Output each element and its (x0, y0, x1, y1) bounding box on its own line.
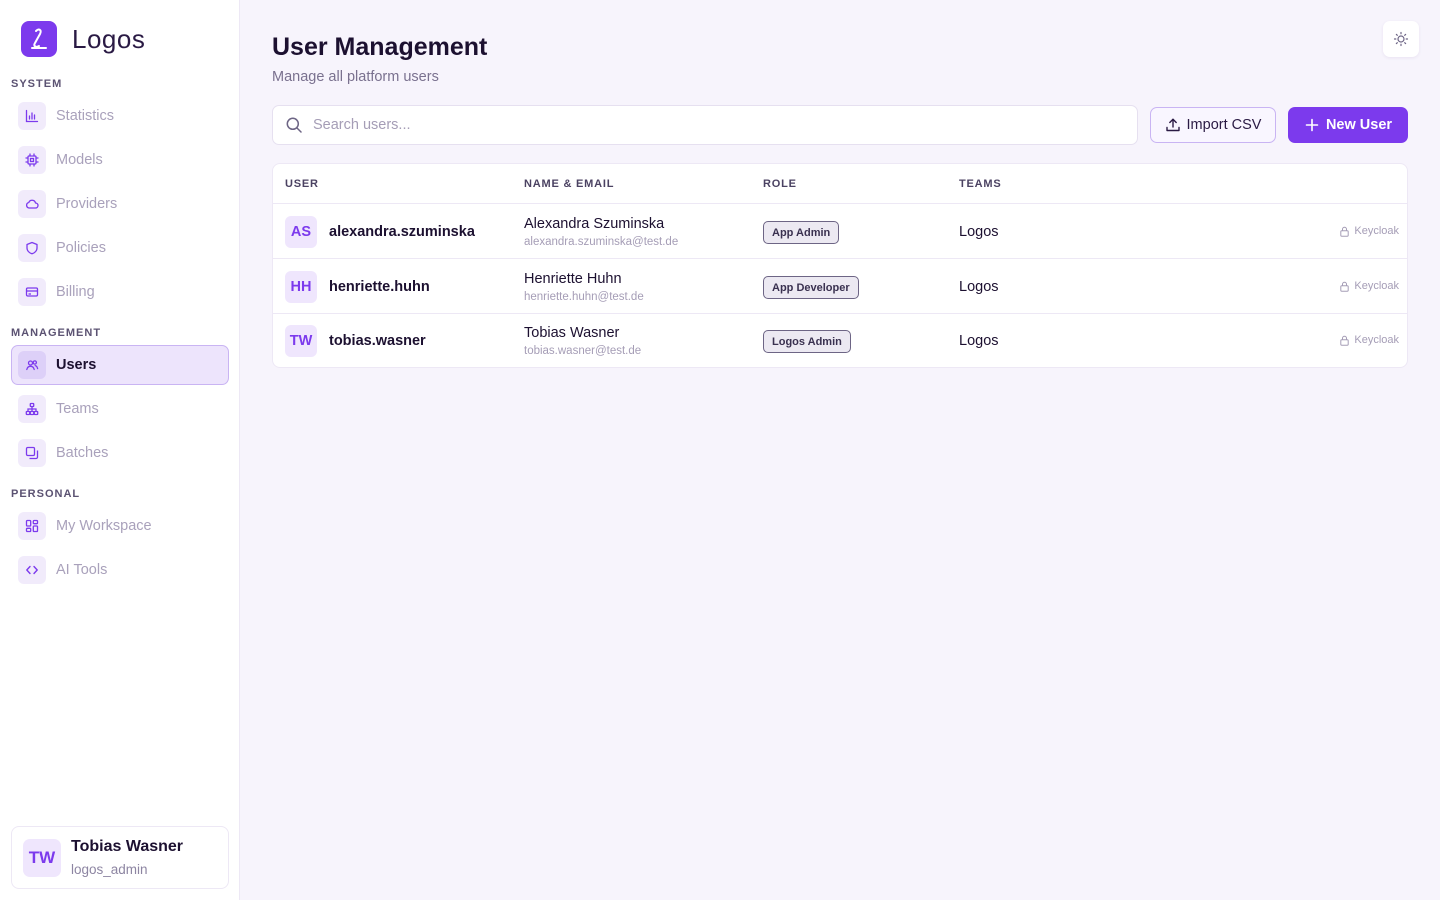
bar-chart-icon (18, 102, 46, 130)
sidebar-item-billing[interactable]: Billing (11, 272, 229, 312)
avatar: TW (23, 838, 61, 877)
sidebar-item-batches[interactable]: Batches (11, 433, 229, 473)
code-icon (18, 556, 46, 584)
table-row[interactable]: HH henriette.huhn Henriette Huhn henriet… (273, 260, 1407, 314)
upload-icon (1165, 117, 1187, 133)
brand-name: Logos (72, 23, 146, 54)
email: tobias.wasner@test.de (524, 345, 642, 357)
sidebar-item-my-workspace[interactable]: My Workspace (11, 506, 229, 546)
auth-source: Keycloak (1339, 280, 1399, 292)
app: Logos SYSTEM Statistics Models Providers (0, 0, 1440, 900)
sidebar-item-statistics[interactable]: Statistics (11, 96, 229, 136)
auth-source-label: Keycloak (1354, 334, 1399, 346)
current-user-role: logos_admin (71, 862, 148, 877)
users-icon (18, 351, 46, 379)
section-label-management: MANAGEMENT (11, 327, 102, 339)
sidebar-item-users[interactable]: Users (11, 345, 229, 385)
sidebar-item-label: Policies (56, 240, 106, 256)
team-name: Logos (959, 224, 999, 240)
auth-source-label: Keycloak (1354, 280, 1399, 292)
new-user-label: New User (1325, 117, 1393, 133)
auth-source-label: Keycloak (1354, 225, 1399, 237)
full-name: Alexandra Szuminska (524, 216, 665, 232)
role-badge: App Developer (763, 276, 859, 299)
import-csv-button[interactable]: Import CSV (1150, 107, 1276, 143)
section-label-personal: PERSONAL (11, 488, 81, 500)
auth-source: Keycloak (1339, 225, 1399, 237)
shield-icon (18, 234, 46, 262)
column-header-role[interactable]: ROLE (763, 178, 797, 190)
avatar: TW (285, 325, 317, 357)
table-row[interactable]: AS alexandra.szuminska Alexandra Szumins… (273, 205, 1407, 259)
sidebar-item-label: Batches (56, 445, 109, 461)
layers-icon (18, 439, 46, 467)
team-name: Logos (959, 279, 999, 295)
sidebar-item-label: AI Tools (56, 562, 108, 578)
role-badge: App Admin (763, 221, 840, 244)
new-user-button[interactable]: New User (1288, 107, 1408, 143)
sidebar-item-label: Users (56, 357, 97, 373)
sidebar-item-label: Billing (56, 284, 95, 300)
grid-icon (18, 512, 46, 540)
theme-toggle-button[interactable] (1383, 21, 1419, 57)
current-user-name: Tobias Wasner (71, 838, 184, 855)
sidebar: Logos SYSTEM Statistics Models Providers (0, 0, 240, 900)
lock-icon (1339, 281, 1354, 292)
email: alexandra.szuminska@test.de (524, 236, 679, 248)
avatar: HH (285, 271, 317, 303)
auth-source: Keycloak (1339, 334, 1399, 346)
search-icon (285, 116, 303, 134)
full-name: Tobias Wasner (524, 325, 620, 341)
full-name: Henriette Huhn (524, 271, 622, 287)
sidebar-item-label: Providers (56, 196, 118, 212)
search-input[interactable] (313, 117, 1093, 133)
import-csv-label: Import CSV (1186, 117, 1262, 133)
lock-icon (1339, 226, 1354, 237)
table-header: USER NAME & EMAIL ROLE TEAMS (273, 164, 1407, 204)
logos-logo-icon (21, 21, 57, 57)
column-header-user[interactable]: USER (285, 178, 319, 190)
sidebar-item-providers[interactable]: Providers (11, 184, 229, 224)
username: henriette.huhn (329, 279, 430, 295)
brand[interactable]: Logos (21, 21, 145, 57)
team-name: Logos (959, 333, 999, 349)
plus-icon (1304, 117, 1326, 133)
page-subtitle: Manage all platform users (272, 69, 439, 85)
users-table: USER NAME & EMAIL ROLE TEAMS AS alexandr… (272, 163, 1408, 368)
current-user-info: Tobias Wasner logos_admin (71, 838, 183, 877)
avatar: AS (285, 216, 317, 248)
sidebar-item-ai-tools[interactable]: AI Tools (11, 550, 229, 590)
page-title: User Management (272, 33, 488, 61)
chip-icon (18, 146, 46, 174)
table-row[interactable]: TW tobias.wasner Tobias Wasner tobias.wa… (273, 314, 1407, 367)
sidebar-item-policies[interactable]: Policies (11, 228, 229, 268)
lock-icon (1339, 335, 1354, 346)
sun-icon (1393, 31, 1409, 47)
current-user-card[interactable]: TW Tobias Wasner logos_admin (11, 826, 229, 889)
username: tobias.wasner (329, 333, 426, 349)
email: henriette.huhn@test.de (524, 291, 644, 303)
credit-card-icon (18, 278, 46, 306)
column-header-teams[interactable]: TEAMS (959, 178, 1002, 190)
section-label-system: SYSTEM (11, 78, 63, 90)
role-badge: Logos Admin (763, 330, 851, 353)
sitemap-icon (18, 395, 46, 423)
sidebar-item-label: Models (56, 152, 103, 168)
search-box (272, 105, 1138, 145)
sidebar-item-label: Statistics (56, 108, 115, 124)
sidebar-item-label: Teams (56, 401, 99, 417)
sidebar-item-teams[interactable]: Teams (11, 389, 229, 429)
username: alexandra.szuminska (329, 224, 475, 240)
column-header-name-email[interactable]: NAME & EMAIL (524, 178, 614, 190)
sidebar-item-models[interactable]: Models (11, 140, 229, 180)
sidebar-item-label: My Workspace (56, 518, 152, 534)
cloud-icon (18, 190, 46, 218)
